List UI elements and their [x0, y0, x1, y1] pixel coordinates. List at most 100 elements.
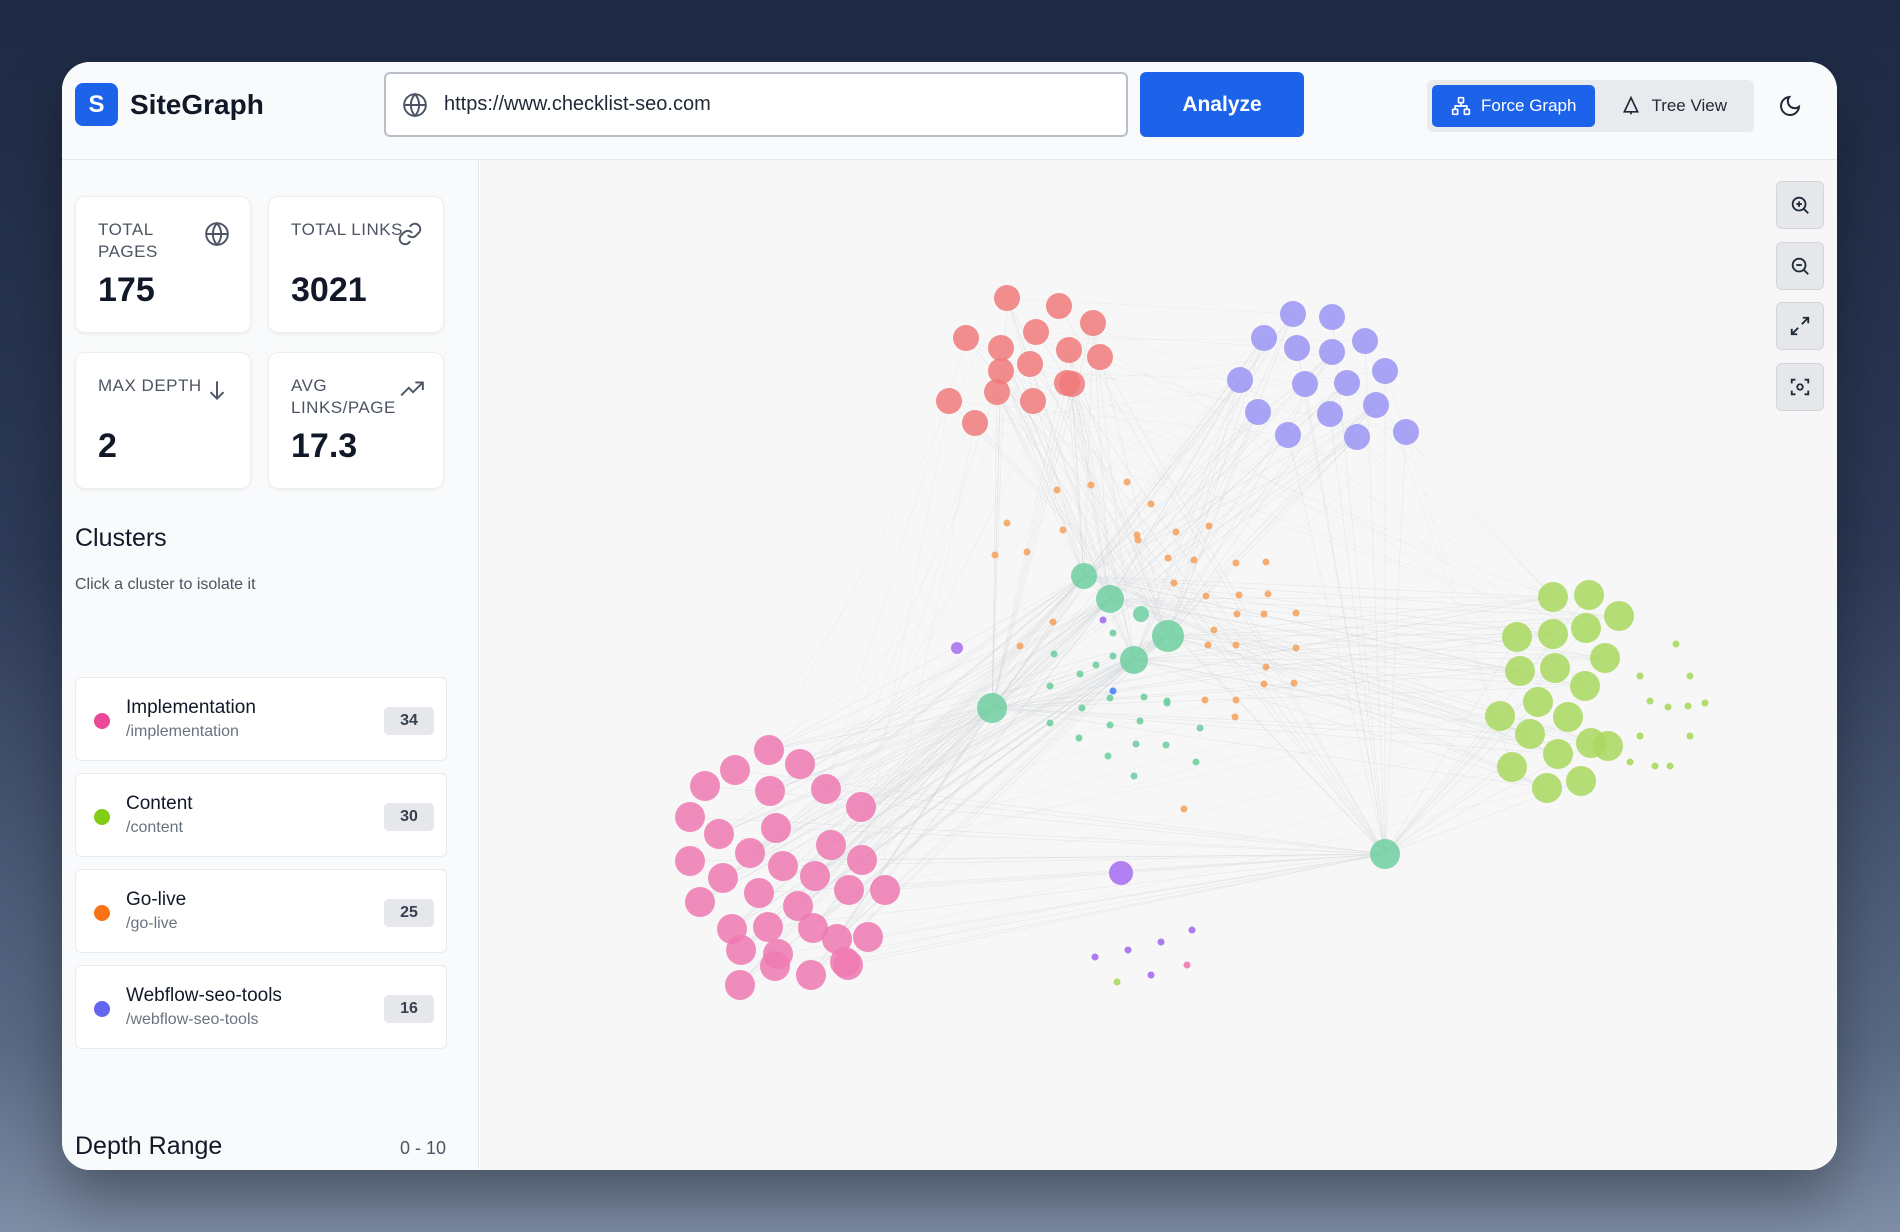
graph-node[interactable] [936, 388, 962, 414]
force-graph-canvas[interactable] [480, 160, 1837, 1170]
graph-node[interactable] [1363, 392, 1389, 418]
graph-node[interactable] [1023, 319, 1049, 345]
graph-node[interactable] [1570, 671, 1600, 701]
graph-node[interactable] [1136, 717, 1144, 725]
graph-node[interactable] [768, 851, 798, 881]
graph-node[interactable] [1113, 978, 1121, 986]
graph-node[interactable] [953, 325, 979, 351]
graph-node[interactable] [800, 861, 830, 891]
graph-node[interactable] [675, 846, 705, 876]
graph-node[interactable] [1280, 301, 1306, 327]
graph-node[interactable] [1092, 661, 1100, 669]
graph-node[interactable] [720, 755, 750, 785]
cluster-item-content[interactable]: Content /content 30 [75, 773, 447, 857]
graph-node[interactable] [1232, 696, 1240, 704]
graph-node[interactable] [754, 735, 784, 765]
graph-node[interactable] [708, 863, 738, 893]
graph-node[interactable] [1180, 805, 1188, 813]
graph-node[interactable] [1540, 653, 1570, 683]
graph-node[interactable] [1192, 758, 1200, 766]
graph-node[interactable] [991, 551, 999, 559]
graph-node[interactable] [1292, 609, 1300, 617]
graph-node[interactable] [1686, 732, 1694, 740]
graph-node[interactable] [1210, 626, 1218, 634]
graph-node[interactable] [1140, 693, 1148, 701]
graph-node[interactable] [984, 379, 1010, 405]
graph-node[interactable] [1290, 679, 1298, 687]
graph-node[interactable] [1292, 644, 1300, 652]
graph-node[interactable] [1576, 728, 1606, 758]
zoom-in-button[interactable] [1776, 181, 1824, 229]
graph-node[interactable] [1262, 558, 1270, 566]
graph-node[interactable] [1124, 946, 1132, 954]
graph-node[interactable] [846, 792, 876, 822]
graph-node[interactable] [744, 878, 774, 908]
graph-node[interactable] [1317, 401, 1343, 427]
graph-node[interactable] [1123, 478, 1131, 486]
graph-node[interactable] [1023, 548, 1031, 556]
graph-node[interactable] [1626, 758, 1634, 766]
graph-node[interactable] [1260, 680, 1268, 688]
graph-node[interactable] [1393, 419, 1419, 445]
graph-node[interactable] [1046, 293, 1072, 319]
graph-node[interactable] [1091, 953, 1099, 961]
graph-node[interactable] [1233, 610, 1241, 618]
graph-node[interactable] [1204, 641, 1212, 649]
graph-node[interactable] [1264, 590, 1272, 598]
force-graph-button[interactable]: Force Graph [1432, 85, 1596, 127]
graph-node[interactable] [1275, 422, 1301, 448]
graph-node[interactable] [1104, 752, 1112, 760]
graph-node[interactable] [1232, 641, 1240, 649]
graph-node[interactable] [1196, 724, 1204, 732]
graph-node[interactable] [1147, 500, 1155, 508]
graph-node[interactable] [1152, 620, 1184, 652]
graph-node[interactable] [1515, 719, 1545, 749]
graph-node[interactable] [870, 875, 900, 905]
graph-node[interactable] [1672, 640, 1680, 648]
graph-node[interactable] [1202, 592, 1210, 600]
graph-node[interactable] [725, 970, 755, 1000]
graph-node[interactable] [760, 951, 790, 981]
graph-node[interactable] [1109, 652, 1117, 660]
graph-node[interactable] [1571, 613, 1601, 643]
graph-node[interactable] [834, 875, 864, 905]
graph-node[interactable] [1334, 370, 1360, 396]
graph-node[interactable] [1574, 580, 1604, 610]
graph-node[interactable] [1532, 773, 1562, 803]
graph-node[interactable] [1370, 839, 1400, 869]
graph-node[interactable] [951, 642, 963, 654]
graph-node[interactable] [1485, 701, 1515, 731]
graph-node[interactable] [1099, 616, 1107, 624]
graph-node[interactable] [1059, 371, 1085, 397]
graph-node[interactable] [977, 693, 1007, 723]
graph-node[interactable] [1190, 556, 1198, 564]
graph-node[interactable] [833, 950, 863, 980]
graph-node[interactable] [1163, 699, 1171, 707]
fit-view-button[interactable] [1776, 302, 1824, 350]
graph-node[interactable] [704, 819, 734, 849]
graph-node[interactable] [1684, 702, 1692, 710]
cluster-item-go-live[interactable]: Go-live /go-live 25 [75, 869, 447, 953]
graph-node[interactable] [1201, 696, 1209, 704]
graph-node[interactable] [1106, 694, 1114, 702]
graph-node[interactable] [1538, 619, 1568, 649]
graph-node[interactable] [1502, 622, 1532, 652]
graph-node[interactable] [1232, 559, 1240, 567]
graph-node[interactable] [1505, 656, 1535, 686]
graph-node[interactable] [1292, 371, 1318, 397]
graph-node[interactable] [994, 285, 1020, 311]
graph-node[interactable] [1134, 536, 1142, 544]
cluster-item-implementation[interactable]: Implementation /implementation 34 [75, 677, 447, 761]
graph-node[interactable] [1076, 670, 1084, 678]
graph-node[interactable] [1590, 643, 1620, 673]
tree-view-button[interactable]: Tree View [1599, 85, 1749, 127]
graph-node[interactable] [1543, 739, 1573, 769]
graph-node[interactable] [1016, 642, 1024, 650]
graph-node[interactable] [735, 838, 765, 868]
graph-node[interactable] [1651, 762, 1659, 770]
graph-node[interactable] [1078, 704, 1086, 712]
graph-node[interactable] [1106, 721, 1114, 729]
graph-node[interactable] [1664, 703, 1672, 711]
graph-node[interactable] [1260, 610, 1268, 618]
graph-node[interactable] [962, 410, 988, 436]
